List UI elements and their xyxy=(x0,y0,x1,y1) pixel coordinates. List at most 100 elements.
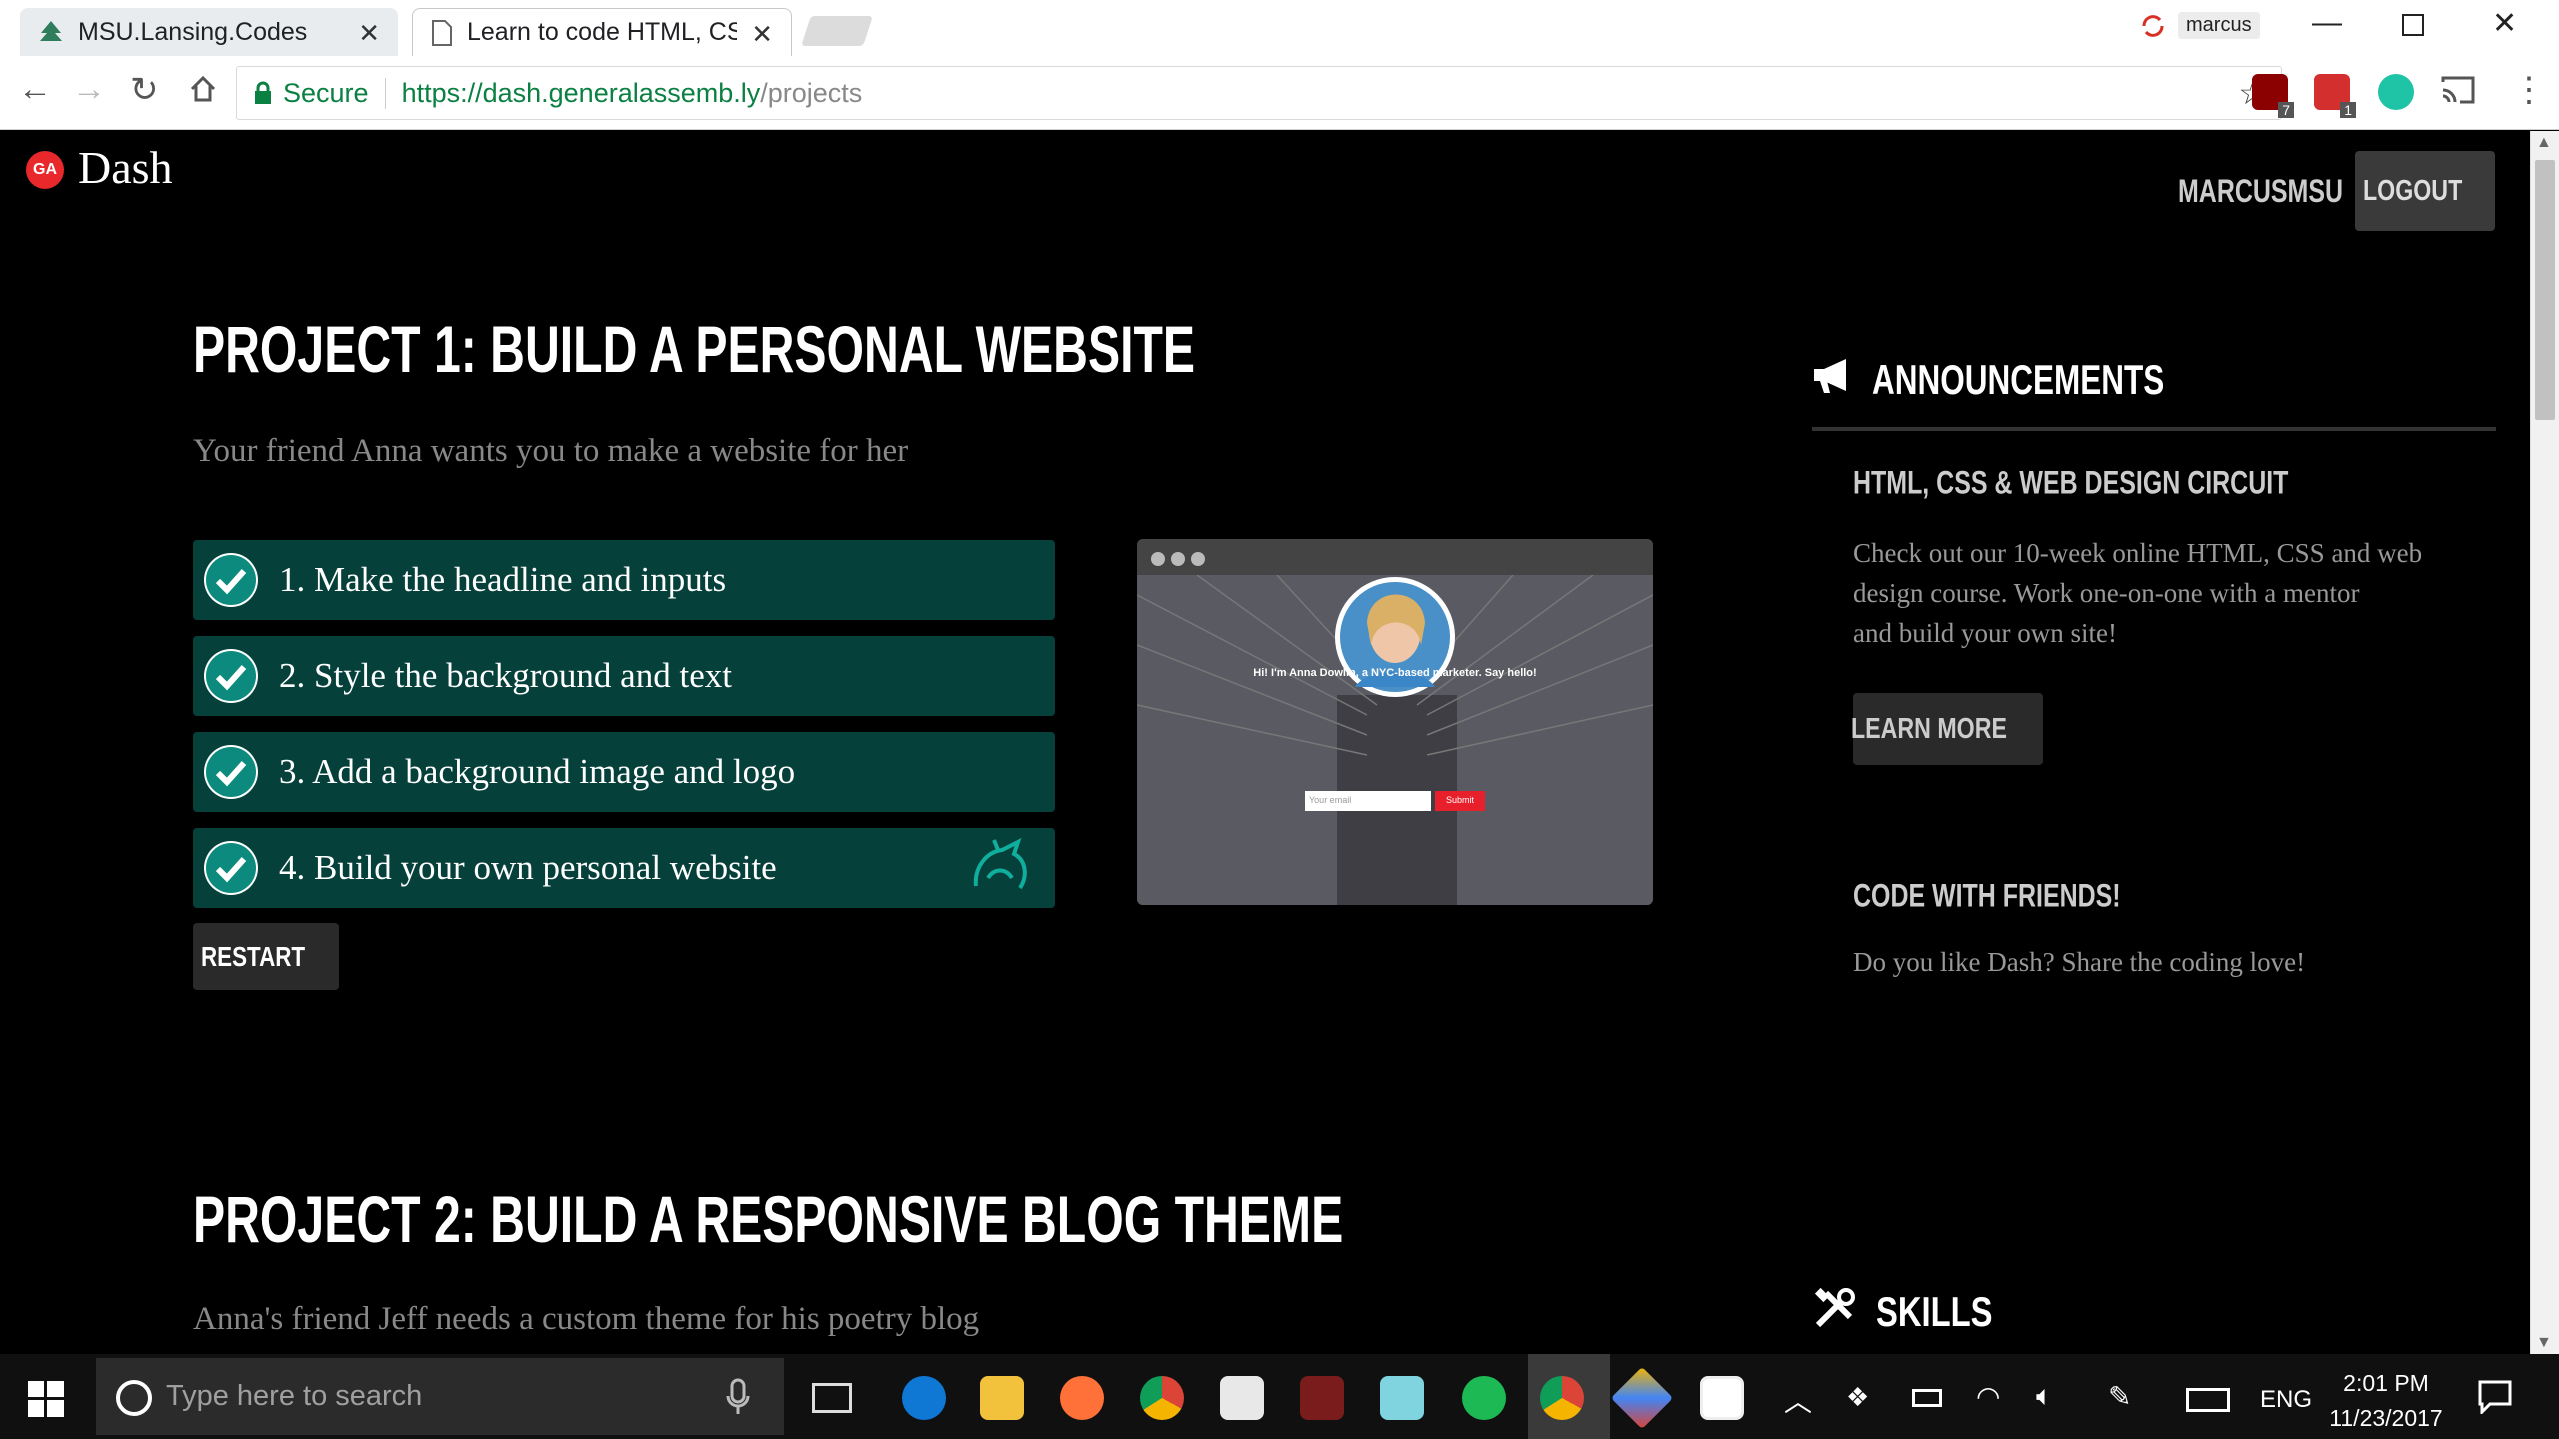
sync-icon xyxy=(2142,14,2164,37)
project1-step-2[interactable]: 2. Style the background and text xyxy=(193,636,1055,716)
learn-more-button[interactable]: LEARN MORE xyxy=(1851,693,2043,765)
divider xyxy=(1812,427,2496,431)
preview-email-input: Your email xyxy=(1305,791,1431,811)
step-label: 2. Style the background and text xyxy=(279,656,732,695)
lock-icon xyxy=(255,81,271,104)
windows-start-icon[interactable] xyxy=(28,1381,64,1417)
profile-chip[interactable]: marcus xyxy=(2140,12,2260,39)
project1-title: PROJECT 1: BUILD A PERSONAL WEBSITE xyxy=(193,312,1196,386)
cortana-icon xyxy=(116,1380,152,1416)
tab-close-icon[interactable]: ✕ xyxy=(358,18,380,49)
project1-step-1[interactable]: 1. Make the headline and inputs xyxy=(193,540,1055,620)
edge-icon[interactable] xyxy=(902,1376,946,1420)
back-icon[interactable]: ← xyxy=(18,70,52,109)
microphone-icon[interactable] xyxy=(726,1378,750,1416)
wifi-icon[interactable]: ◠ xyxy=(1976,1380,2000,1413)
tray-overflow-icon[interactable]: ︿ xyxy=(1784,1380,1812,1420)
tab-title: Learn to code HTML, CSS xyxy=(467,18,737,46)
checkmark-icon xyxy=(204,745,258,799)
address-bar[interactable]: Secure https://dash.generalassemb.ly/pro… xyxy=(236,66,2282,120)
tab-close-icon[interactable]: ✕ xyxy=(751,19,773,50)
project-preview[interactable]: Hi! I'm Anna Dowlin, a NYC-based markete… xyxy=(1137,539,1653,905)
dash-logo-text[interactable]: Dash xyxy=(78,141,173,194)
volume-icon[interactable]: 🔈︎ xyxy=(2036,1380,2053,1413)
task-view-icon[interactable] xyxy=(812,1383,852,1413)
restart-button[interactable]: RESTART xyxy=(193,923,339,990)
todo-extension-icon[interactable]: 1 xyxy=(2314,74,2356,118)
scroll-down-icon[interactable]: ▼ xyxy=(2536,1334,2552,1352)
project2-title: PROJECT 2: BUILD A RESPONSIVE BLOG THEME xyxy=(193,1182,1344,1256)
ga-logo[interactable]: GA xyxy=(26,151,64,189)
home-icon[interactable] xyxy=(188,74,218,109)
project2-subtitle: Anna's friend Jeff needs a custom theme … xyxy=(193,1301,980,1337)
chrome-active-icon[interactable] xyxy=(1540,1376,1584,1420)
language-indicator[interactable]: ENG xyxy=(2260,1386,2312,1414)
logout-label: LOGOUT xyxy=(2362,174,2463,207)
checkmark-icon xyxy=(204,649,258,703)
touch-keyboard-icon[interactable] xyxy=(2186,1388,2230,1412)
announcement-line: design course. Work one-on-one with a me… xyxy=(1853,578,2360,608)
checkmark-icon xyxy=(204,553,258,607)
username-link[interactable]: MARCUSMSU xyxy=(2178,173,2343,210)
url-path: /projects xyxy=(760,77,863,108)
announcements-title: ANNOUNCEMENTS xyxy=(1872,356,2165,403)
clock-time: 2:01 PM xyxy=(2343,1370,2429,1396)
profile-name: marcus xyxy=(2178,12,2260,39)
logout-button[interactable]: LOGOUT xyxy=(2355,151,2495,231)
taskbar-search-box[interactable]: Type here to search xyxy=(96,1358,784,1435)
preview-headline: Hi! I'm Anna Dowlin, a NYC-based markete… xyxy=(1253,667,1537,679)
window-dot-icon xyxy=(1151,552,1165,566)
minimize-icon[interactable]: — xyxy=(2312,6,2342,40)
step-label: 3. Add a background image and logo xyxy=(279,752,796,791)
menu-dots-icon[interactable]: ⋮ xyxy=(2512,70,2546,110)
dropbox-icon[interactable]: ❖ xyxy=(1846,1382,1869,1413)
game-shield-icon[interactable] xyxy=(1300,1376,1344,1420)
mercury-extension-icon[interactable] xyxy=(2378,74,2414,110)
ext-badge: 7 xyxy=(2278,102,2294,118)
new-tab-button[interactable] xyxy=(801,16,873,46)
announcement-line: and build your own site! xyxy=(1853,618,2117,648)
pen-workspace-icon[interactable]: ✎ xyxy=(2108,1380,2131,1413)
project1-subtitle: Your friend Anna wants you to make a web… xyxy=(193,433,909,469)
clock[interactable]: 2:01 PM 11/23/2017 xyxy=(2326,1366,2446,1436)
clock-date: 11/23/2017 xyxy=(2329,1405,2443,1431)
scroll-up-icon[interactable]: ▲ xyxy=(2536,134,2552,152)
cast-icon[interactable] xyxy=(2440,74,2476,111)
step-label: 1. Make the headline and inputs xyxy=(279,560,727,599)
tab-msu-lansing-codes[interactable]: MSU.Lansing.Codes ✕ xyxy=(20,8,398,56)
window-dot-icon xyxy=(1191,552,1205,566)
announcement-body: Do you like Dash? Share the coding love! xyxy=(1853,947,2306,977)
skills-title: SKILLS xyxy=(1876,1288,1993,1335)
announcement-body: Check out our 10-week online HTML, CSS a… xyxy=(1853,533,2422,653)
action-center-icon[interactable] xyxy=(2478,1380,2512,1414)
tab-learn-to-code[interactable]: Learn to code HTML, CSS ✕ xyxy=(412,8,792,56)
tools-icon xyxy=(1814,1287,1855,1328)
firefox-icon[interactable] xyxy=(1060,1376,1104,1420)
project1-step-3[interactable]: 3. Add a background image and logo xyxy=(193,732,1055,812)
photos-icon[interactable] xyxy=(1700,1376,1744,1420)
map-app-icon[interactable] xyxy=(1380,1376,1424,1420)
store-icon[interactable] xyxy=(1220,1376,1264,1420)
ga-logo-text: GA xyxy=(33,161,57,178)
file-explorer-icon[interactable] xyxy=(980,1376,1024,1420)
project1-step-4[interactable]: 4. Build your own personal website xyxy=(193,828,1055,908)
bridge-background-image xyxy=(1137,575,1653,905)
secure-indicator[interactable]: Secure xyxy=(253,77,386,109)
ublock-extension-icon[interactable]: 7 xyxy=(2252,74,2294,118)
tab-title: MSU.Lansing.Codes xyxy=(78,17,308,46)
url-host: https://dash.generalassemb.ly xyxy=(401,77,761,108)
restore-icon[interactable] xyxy=(2402,14,2424,36)
secure-label: Secure xyxy=(283,77,369,108)
step-label: 4. Build your own personal website xyxy=(279,848,777,887)
search-placeholder: Type here to search xyxy=(166,1380,423,1412)
announcement-title: HTML, CSS & WEB DESIGN CIRCUIT xyxy=(1853,464,2289,501)
page-content: GA Dash MARCUSMSU LOGOUT PROJECT 1: BUIL… xyxy=(0,131,2530,1354)
battery-icon[interactable] xyxy=(1912,1389,1942,1407)
scrollbar-thumb[interactable] xyxy=(2535,160,2555,420)
spotify-icon[interactable] xyxy=(1462,1376,1506,1420)
ext-badge: 1 xyxy=(2340,102,2356,118)
close-window-icon[interactable]: ✕ xyxy=(2492,6,2517,41)
forward-icon[interactable]: → xyxy=(72,70,106,109)
chrome-icon[interactable] xyxy=(1140,1376,1184,1420)
reload-icon[interactable]: ↻ xyxy=(130,70,159,110)
